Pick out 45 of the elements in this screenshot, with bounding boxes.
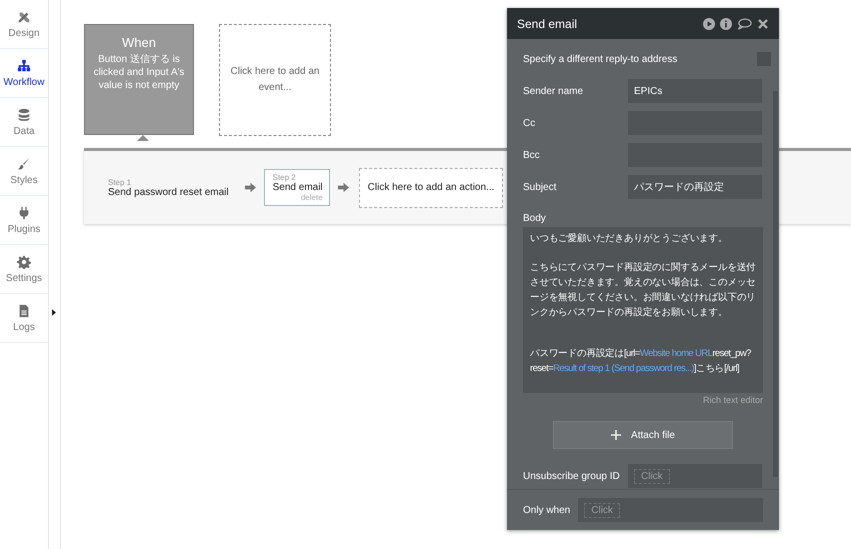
step-label: Step 2 bbox=[272, 173, 297, 182]
step-name: Send password reset email bbox=[108, 186, 229, 198]
group-id-field[interactable]: Click bbox=[628, 464, 762, 488]
expand-arrow-icon[interactable] bbox=[52, 309, 56, 316]
action-step[interactable]: Step 2 Send email delete bbox=[264, 169, 330, 206]
event-title: When bbox=[121, 35, 157, 50]
step-label: Step 1 bbox=[108, 178, 132, 186]
plug-icon bbox=[17, 206, 31, 220]
database-icon bbox=[17, 108, 31, 122]
condition-field[interactable]: Click bbox=[578, 498, 763, 522]
info-icon[interactable] bbox=[720, 18, 732, 30]
body-paragraph: こちらにてパスワード再設定のに関するメールを送付させていただきます。覚えのない場合は、このメッセージを無視してください。お間違いなければ以下のリンクからパスワードの再設定をお願いします。 bbox=[530, 261, 757, 320]
field-label: Cc bbox=[523, 118, 536, 128]
input-field[interactable]: パスワードの再設定 bbox=[628, 175, 762, 199]
body-paragraph: いつもご愛顧いただきありがとうございます。 bbox=[530, 232, 728, 246]
action-step[interactable]: Step 1 Send password reset email bbox=[108, 174, 229, 200]
field-label: Body bbox=[523, 213, 547, 224]
step-name: Send email bbox=[272, 182, 323, 193]
delete-link[interactable]: delete bbox=[300, 193, 323, 202]
scrollbar[interactable] bbox=[773, 91, 778, 477]
close-icon[interactable] bbox=[757, 18, 769, 30]
arrow-icon bbox=[338, 182, 349, 193]
field-label: Sender name bbox=[523, 86, 584, 96]
rich-text-editor-link[interactable]: Rich text editor bbox=[702, 393, 763, 407]
field-label: Unsubscribe group ID bbox=[523, 470, 621, 482]
field-label: Specify a different reply-to address bbox=[523, 54, 678, 64]
hierarchy-icon bbox=[17, 58, 31, 72]
attach-file-button[interactable]: Attach file bbox=[553, 421, 733, 449]
document-icon bbox=[17, 304, 31, 318]
field-label: Subject bbox=[523, 182, 558, 192]
brush-icon bbox=[17, 156, 31, 170]
comment-icon[interactable] bbox=[737, 18, 752, 30]
pointer-icon bbox=[137, 135, 149, 141]
field-label: Bcc bbox=[523, 150, 541, 160]
field-label: Only when bbox=[523, 504, 570, 516]
arrow-icon bbox=[244, 182, 256, 193]
plus-icon bbox=[611, 430, 622, 440]
play-icon[interactable] bbox=[703, 18, 715, 30]
input-field[interactable]: EPICs bbox=[628, 79, 762, 103]
body-paragraph: パスワードの再設定は[url=Website home URLreset_pw?reset=Result of step 1 (Send password res...)]こちら[/url] bbox=[530, 347, 752, 376]
panel-title: Send email bbox=[517, 16, 578, 30]
add-event-button[interactable]: Click here to add an event... bbox=[219, 24, 331, 136]
add-action-button[interactable]: Click here to add an action... bbox=[358, 168, 504, 208]
event-description: Button 送信する is clicked and Input A's value is not empty bbox=[92, 53, 186, 92]
gear-icon bbox=[17, 254, 31, 268]
